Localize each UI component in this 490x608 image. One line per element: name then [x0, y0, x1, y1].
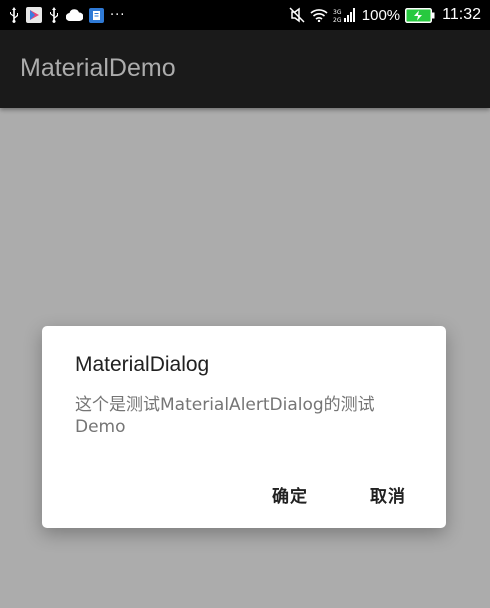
play-store-icon [26, 7, 42, 23]
signal-icon: 3G 2G [333, 7, 357, 23]
dialog-message: 这个是测试MaterialAlertDialog的测试Demo [75, 395, 375, 437]
cancel-button[interactable]: 取消 [362, 476, 414, 512]
confirm-button[interactable]: 确定 [264, 476, 316, 512]
battery-percentage: 100% [361, 6, 401, 24]
svg-text:3G: 3G [333, 9, 342, 16]
wifi-icon [310, 8, 328, 22]
usb-icon [8, 7, 20, 23]
app-notification-icon [89, 7, 104, 23]
status-bar-notifications: ··· [8, 0, 125, 30]
app-bar: MaterialDemo [0, 30, 490, 108]
more-notifications-icon: ··· [110, 7, 126, 23]
app-title: MaterialDemo [20, 54, 176, 82]
svg-text:2G: 2G [333, 17, 342, 23]
material-dialog: MaterialDialog 这个是测试MaterialAlertDialog的… [42, 326, 446, 528]
status-bar-system: 3G 2G 100% 11:32 [289, 0, 481, 30]
clock: 11:32 [442, 6, 481, 23]
usb-icon [48, 7, 60, 23]
battery-charging-icon [405, 7, 435, 23]
dialog-title: MaterialDialog [75, 353, 210, 376]
mute-icon [289, 7, 305, 23]
cloud-icon [66, 9, 83, 21]
status-bar: ··· 3G 2G 100% 11:32 [0, 0, 490, 30]
